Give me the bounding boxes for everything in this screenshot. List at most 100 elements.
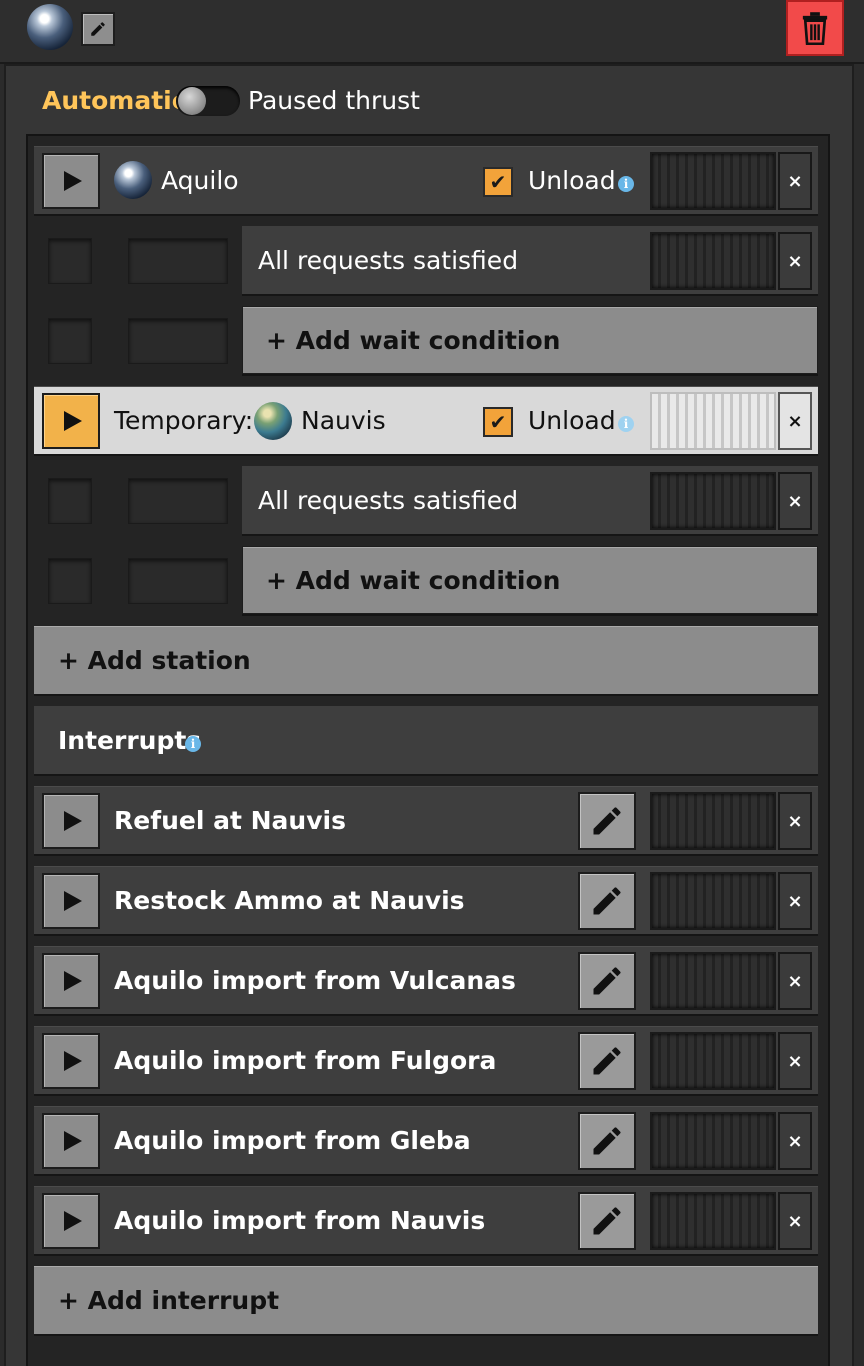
drag-handle[interactable]: [650, 1112, 776, 1170]
nauvis-planet-icon: [254, 402, 292, 440]
interrupt-name: Aquilo import from Nauvis: [114, 1206, 486, 1235]
drag-handle[interactable]: [650, 952, 776, 1010]
close-icon: ×: [787, 1130, 803, 1152]
toggle-knob: [178, 87, 206, 115]
close-icon: ×: [787, 890, 803, 912]
close-icon: ×: [787, 250, 803, 272]
close-icon: ×: [787, 490, 803, 512]
pencil-icon: [593, 807, 621, 835]
edit-interrupt-button[interactable]: [578, 952, 636, 1010]
interrupt-name: Aquilo import from Fulgora: [114, 1046, 497, 1075]
empty-slot: [48, 238, 92, 284]
play-icon: [64, 1131, 82, 1151]
go-to-station-button[interactable]: [42, 153, 100, 209]
edit-interrupt-button[interactable]: [578, 1192, 636, 1250]
empty-slot: [48, 558, 92, 604]
remove-station-button[interactable]: ×: [778, 152, 812, 210]
trigger-interrupt-button[interactable]: [42, 953, 100, 1009]
play-icon: [64, 891, 82, 911]
add-station-label: + Add station: [58, 646, 251, 675]
empty-slot: [48, 478, 92, 524]
trigger-interrupt-button[interactable]: [42, 1113, 100, 1169]
remove-interrupt-button[interactable]: ×: [778, 872, 812, 930]
close-icon: ×: [787, 410, 803, 432]
pencil-icon: [593, 887, 621, 915]
close-icon: ×: [787, 810, 803, 832]
empty-slot: [128, 238, 228, 284]
station-name: Nauvis: [301, 406, 386, 435]
drag-handle[interactable]: [650, 472, 776, 530]
play-icon: [64, 1211, 82, 1231]
drag-handle[interactable]: [650, 1032, 776, 1090]
pencil-icon: [593, 1127, 621, 1155]
trash-icon: [802, 12, 828, 45]
trigger-interrupt-button[interactable]: [42, 1193, 100, 1249]
edit-interrupt-button[interactable]: [578, 1032, 636, 1090]
remove-interrupt-button[interactable]: ×: [778, 792, 812, 850]
close-icon: ×: [787, 1050, 803, 1072]
drag-handle[interactable]: [650, 872, 776, 930]
remove-interrupt-button[interactable]: ×: [778, 1192, 812, 1250]
interrupt-name: Aquilo import from Gleba: [114, 1126, 471, 1155]
add-interrupt-label: + Add interrupt: [58, 1286, 280, 1315]
play-icon: [64, 811, 82, 831]
empty-slot: [128, 478, 228, 524]
remove-interrupt-button[interactable]: ×: [778, 952, 812, 1010]
edit-interrupt-button[interactable]: [578, 792, 636, 850]
edit-interrupt-button[interactable]: [578, 1112, 636, 1170]
wait-condition-label: All requests satisfied: [258, 246, 519, 275]
aquilo-planet-icon: [27, 4, 73, 50]
trigger-interrupt-button[interactable]: [42, 793, 100, 849]
pencil-icon: [593, 1207, 621, 1235]
rename-button[interactable]: [81, 12, 115, 46]
drag-handle[interactable]: [650, 152, 776, 210]
wait-condition-label: All requests satisfied: [258, 486, 519, 515]
paused-thrust-label: Paused thrust: [248, 86, 420, 115]
unload-label: Unload: [528, 166, 616, 195]
drag-handle[interactable]: [650, 232, 776, 290]
info-icon: i: [185, 736, 201, 752]
remove-station-button[interactable]: ×: [778, 392, 812, 450]
unload-label: Unload: [528, 406, 616, 435]
close-icon: ×: [787, 970, 803, 992]
trigger-interrupt-button[interactable]: [42, 1033, 100, 1089]
unload-checkbox[interactable]: ✔: [483, 167, 513, 197]
station-name: Aquilo: [161, 166, 239, 195]
unload-checkbox[interactable]: ✔: [483, 407, 513, 437]
top-bar: [0, 0, 864, 64]
interrupts-title: Interrupts: [58, 726, 202, 755]
remove-interrupt-button[interactable]: ×: [778, 1032, 812, 1090]
play-icon: [64, 411, 82, 431]
automatic-label: Automatic: [42, 86, 187, 115]
interrupt-name: Restock Ammo at Nauvis: [114, 886, 465, 915]
pencil-icon: [91, 22, 105, 36]
pencil-icon: [593, 1047, 621, 1075]
remove-condition-button[interactable]: ×: [778, 472, 812, 530]
close-icon: ×: [787, 170, 803, 192]
drag-handle[interactable]: [650, 392, 776, 450]
interrupt-name: Refuel at Nauvis: [114, 806, 346, 835]
drag-handle[interactable]: [650, 792, 776, 850]
go-to-station-button[interactable]: [42, 393, 100, 449]
add-wait-condition-label: + Add wait condition: [266, 326, 561, 355]
pencil-icon: [593, 967, 621, 995]
drag-handle[interactable]: [650, 1192, 776, 1250]
add-wait-condition-label: + Add wait condition: [266, 566, 561, 595]
aquilo-planet-icon: [114, 161, 152, 199]
play-icon: [64, 1051, 82, 1071]
edit-interrupt-button[interactable]: [578, 872, 636, 930]
paused-thrust-toggle[interactable]: [176, 86, 240, 116]
info-icon: i: [618, 416, 634, 432]
delete-button[interactable]: [786, 0, 844, 56]
remove-interrupt-button[interactable]: ×: [778, 1112, 812, 1170]
play-icon: [64, 171, 82, 191]
info-icon: i: [618, 176, 634, 192]
empty-slot: [128, 558, 228, 604]
empty-slot: [128, 318, 228, 364]
close-icon: ×: [787, 1210, 803, 1232]
station-prefix: Temporary:: [114, 406, 254, 435]
remove-condition-button[interactable]: ×: [778, 232, 812, 290]
interrupt-name: Aquilo import from Vulcanas: [114, 966, 516, 995]
empty-slot: [48, 318, 92, 364]
trigger-interrupt-button[interactable]: [42, 873, 100, 929]
